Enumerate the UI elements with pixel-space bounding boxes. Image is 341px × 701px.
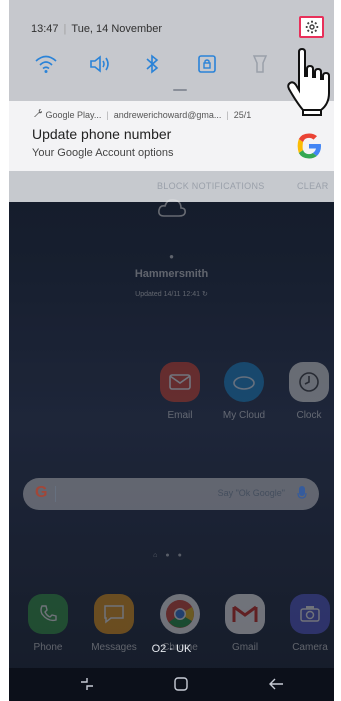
notification-actions: BLOCK NOTIFICATIONS CLEAR [9, 176, 334, 200]
wrench-icon [33, 109, 46, 120]
back-icon[interactable] [267, 676, 285, 697]
wifi-icon[interactable] [34, 53, 58, 80]
status-date: Tue, 14 November [71, 23, 163, 35]
gear-icon [305, 20, 318, 34]
home-button-icon[interactable] [173, 676, 189, 697]
status-time: 13:47 [31, 23, 59, 35]
bluetooth-icon[interactable] [142, 53, 162, 80]
notification-body: Your Google Account options [32, 147, 174, 159]
sound-icon[interactable] [88, 53, 112, 80]
clear-button[interactable]: CLEAR [297, 181, 329, 191]
carrier-label: O2 - UK [151, 643, 192, 655]
notification-title: Update phone number [32, 126, 172, 142]
pointing-hand-cursor [285, 47, 333, 121]
navigation-bar [9, 668, 334, 701]
shade-handle[interactable] [173, 89, 187, 91]
notification-app: Google Play... [45, 110, 102, 120]
settings-gear-button[interactable] [299, 16, 324, 38]
notification-time: 25/1 [233, 110, 252, 120]
block-notifications-button[interactable]: BLOCK NOTIFICATIONS [157, 181, 265, 191]
flashlight-icon[interactable] [250, 53, 270, 80]
google-logo-icon [292, 129, 326, 168]
status-bar: 13:47 | Tue, 14 November [31, 23, 163, 35]
notification-account: andrewerichoward@gma... [113, 110, 222, 120]
rotation-lock-icon[interactable] [196, 53, 218, 80]
notification-source: Google Play... | andrewerichoward@gma... | 2… [33, 108, 251, 120]
recent-apps-icon[interactable] [79, 676, 95, 697]
phone-screen: ● Hammersmith Updated 14/11 12:41 ↻ Emai… [9, 0, 334, 701]
